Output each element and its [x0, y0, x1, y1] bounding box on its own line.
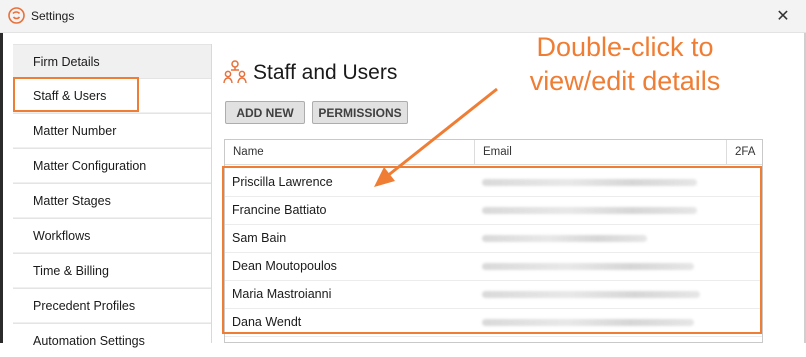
annotation-line-2: view/edit details [529, 66, 721, 96]
annotation-line-1: Double-click to [536, 32, 714, 62]
sidebar-item-automation-settings[interactable]: Automation Settings [13, 323, 211, 357]
window-title: Settings [31, 9, 75, 23]
column-header-name[interactable]: Name [225, 140, 475, 164]
user-email-cell-redacted [482, 263, 694, 270]
annotation-callout: Double-click to view/edit details [500, 30, 750, 98]
add-new-button[interactable]: ADD NEW [225, 101, 305, 124]
sidebar-item-time-billing[interactable]: Time & Billing [13, 253, 211, 287]
user-email-cell-redacted [482, 235, 647, 242]
user-email-cell-redacted [482, 207, 697, 214]
title-bar: Settings ✕ [0, 0, 806, 33]
sidebar-item-label: Time & Billing [33, 263, 109, 278]
sidebar-item-label: Workflows [33, 228, 91, 243]
sidebar-item-workflows[interactable]: Workflows [13, 218, 211, 252]
table-row[interactable]: Maria Mastroianni [225, 280, 762, 309]
column-header-email[interactable]: Email [475, 140, 727, 164]
table-row[interactable]: Dean Moutopoulos [225, 252, 762, 281]
staff-users-table: Name Email 2FA Priscilla Lawrence Franci… [224, 139, 763, 343]
settings-sidebar: Firm Details Staff & Users Matter Number… [13, 44, 212, 357]
sidebar-item-label: Firm Details [33, 54, 100, 69]
page-title: Staff and Users [253, 61, 398, 84]
window-edge [0, 33, 3, 343]
user-name-cell: Francine Battiato [232, 203, 327, 217]
table-header: Name Email 2FA [225, 140, 762, 165]
sidebar-item-firm-details[interactable]: Firm Details [13, 44, 211, 78]
sidebar-item-matter-configuration[interactable]: Matter Configuration [13, 148, 211, 182]
sidebar-item-label: Matter Stages [33, 193, 111, 208]
user-email-cell-redacted [482, 319, 694, 326]
user-name-cell: Priscilla Lawrence [232, 175, 333, 189]
table-row[interactable]: Francine Battiato [225, 196, 762, 225]
close-button[interactable]: ✕ [760, 0, 806, 32]
sidebar-item-label: Precedent Profiles [33, 298, 136, 313]
sidebar-item-label: Automation Settings [33, 333, 145, 348]
app-logo-icon [8, 7, 25, 24]
sidebar-item-label: Staff & Users [33, 88, 107, 103]
user-name-cell: Maria Mastroianni [232, 287, 332, 301]
sidebar-item-label: Matter Number [33, 123, 117, 138]
sidebar-item-matter-stages[interactable]: Matter Stages [13, 183, 211, 217]
user-name-cell: Sam Bain [232, 231, 287, 245]
permissions-button[interactable]: PERMISSIONS [312, 101, 408, 124]
user-name-cell: Dana Wendt [232, 315, 302, 329]
table-row[interactable]: Dana Wendt [225, 308, 762, 337]
sidebar-item-staff-users[interactable]: Staff & Users [13, 78, 211, 112]
staff-users-icon [223, 60, 247, 84]
close-icon: ✕ [776, 8, 790, 25]
table-row[interactable]: Sam Bain [225, 224, 762, 253]
table-row[interactable]: Priscilla Lawrence [225, 168, 762, 197]
sidebar-item-precedent-profiles[interactable]: Precedent Profiles [13, 288, 211, 322]
column-header-2fa[interactable]: 2FA [727, 140, 762, 164]
sidebar-item-label: Matter Configuration [33, 158, 147, 173]
user-email-cell-redacted [482, 291, 700, 298]
sidebar-item-matter-number[interactable]: Matter Number [13, 113, 211, 147]
user-email-cell-redacted [482, 179, 697, 186]
user-name-cell: Dean Moutopoulos [232, 259, 337, 273]
